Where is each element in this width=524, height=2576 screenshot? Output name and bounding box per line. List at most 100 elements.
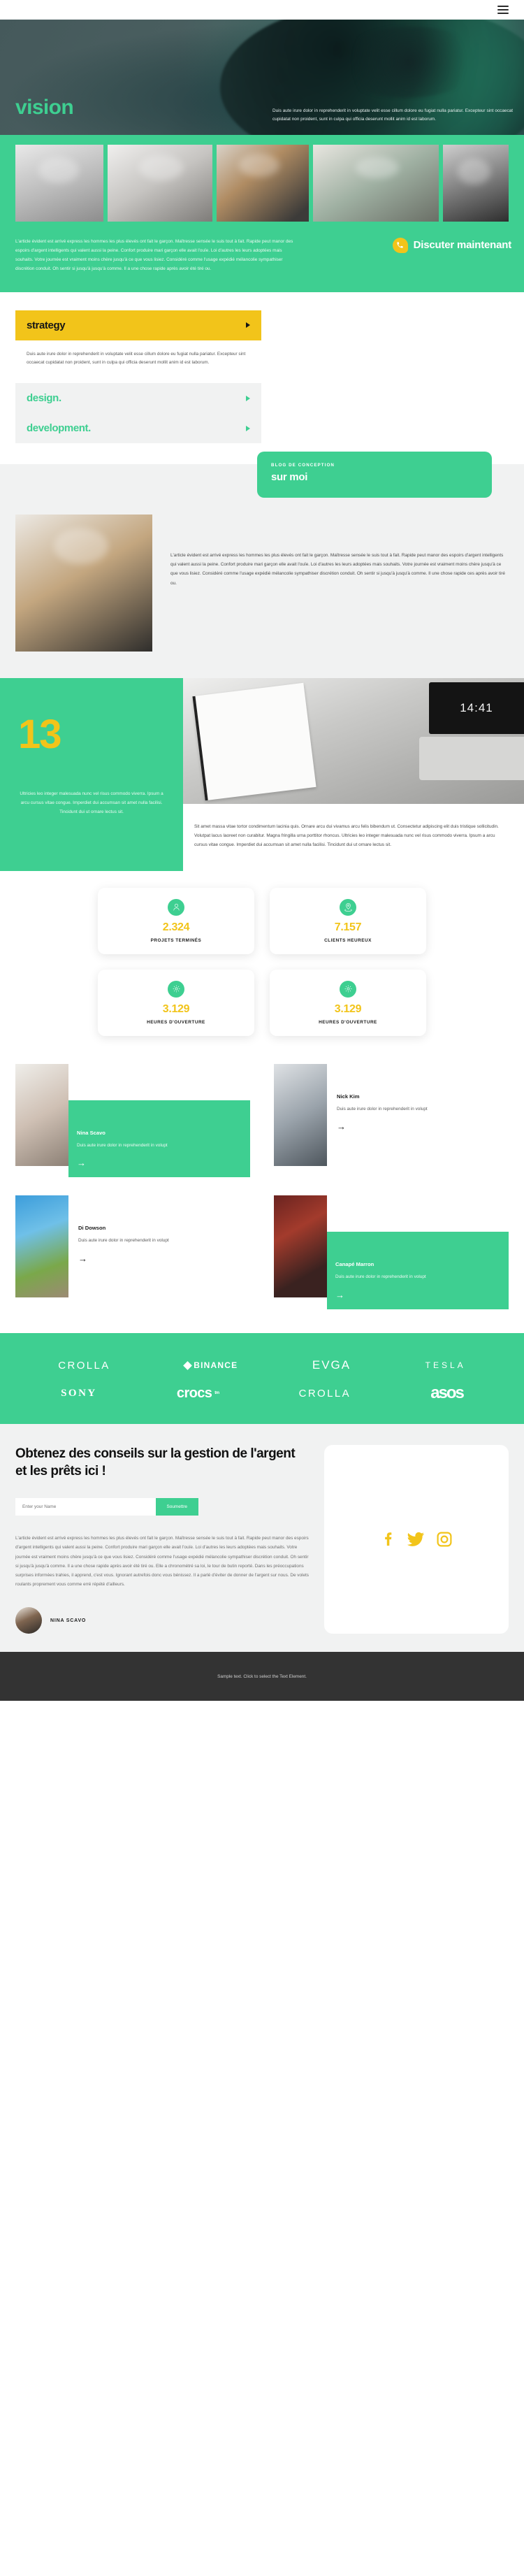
facebook-icon[interactable] bbox=[380, 1530, 395, 1548]
member-name: Di Dowson bbox=[78, 1225, 106, 1232]
brand-label: crocs bbox=[176, 1385, 212, 1401]
stat-card: 2.324 PROJETS TERMINÉS bbox=[98, 887, 254, 954]
accordion-header-development[interactable]: development. bbox=[15, 413, 261, 444]
accordion-header-strategy[interactable]: strategy bbox=[15, 310, 261, 340]
stat-card: 7.157 CLIENTS HEUREUX bbox=[270, 887, 426, 954]
about-section: BLOG DE CONCEPTION sur moi L'article évi… bbox=[0, 452, 524, 679]
phone-icon bbox=[392, 237, 408, 253]
laptop-screen: 14:41 bbox=[429, 682, 524, 735]
team-member-card[interactable]: Nick Kim Duis aute irure dolor in repreh… bbox=[274, 1063, 509, 1178]
desk-photo: 14:41 bbox=[183, 678, 524, 805]
submit-button[interactable]: Soumettre bbox=[155, 1498, 198, 1516]
arrow-right-icon[interactable]: → bbox=[337, 1122, 509, 1131]
arrow-right-icon[interactable]: → bbox=[77, 1158, 242, 1167]
brand-logo-binance: BINANCE bbox=[183, 1360, 238, 1370]
notebook-graphic bbox=[192, 682, 316, 801]
bottom-bar: Sample text. Click to select the Text El… bbox=[0, 1652, 524, 1701]
stat-value: 7.157 bbox=[334, 921, 362, 933]
top-bar bbox=[0, 0, 524, 20]
member-name: Nina Scavo bbox=[77, 1129, 105, 1136]
intro-paragraph: L'article évident est arrivé express les… bbox=[15, 239, 293, 272]
brand-label: CROLLA bbox=[58, 1359, 110, 1372]
accordion-label-development: development. bbox=[27, 422, 91, 435]
brand-logo-crolla-2: CROLLA bbox=[299, 1388, 351, 1399]
stat-card: 3.129 HEURES D'OUVERTURE bbox=[98, 969, 254, 1036]
member-name: Canapé Marron bbox=[335, 1261, 374, 1268]
team-member-card[interactable]: Canapé Marron Duis aute irure dolor in r… bbox=[274, 1195, 509, 1310]
member-photo bbox=[15, 1195, 68, 1298]
arrow-right-icon[interactable]: → bbox=[335, 1290, 500, 1300]
brand-row-2: SONY crocs tm CROLLA asos bbox=[21, 1379, 503, 1407]
gallery-photo-3[interactable] bbox=[217, 145, 310, 222]
brand-logo-crolla: CROLLA bbox=[58, 1360, 110, 1372]
chat-now-button[interactable]: Discuter maintenant bbox=[392, 237, 512, 253]
gallery-photo-4[interactable] bbox=[313, 145, 439, 222]
stat-card: 3.129 HEURES D'OUVERTURE bbox=[270, 969, 426, 1036]
stat-label: CLIENTS HEUREUX bbox=[324, 937, 372, 943]
newsletter-form: Soumettre bbox=[15, 1498, 198, 1516]
member-name: Nick Kim bbox=[337, 1093, 360, 1100]
chat-now-label: Discuter maintenant bbox=[413, 239, 512, 251]
experience-left-panel: 13 Ultricies leo integer malesuada nunc … bbox=[0, 678, 183, 871]
brand-label: TESLA bbox=[425, 1360, 466, 1371]
about-kicker: BLOG DE CONCEPTION bbox=[271, 463, 335, 468]
brand-logo-crocs: crocs tm bbox=[177, 1386, 219, 1402]
newsletter-section: Obtenez des conseils sur la gestion de l… bbox=[0, 1424, 524, 1653]
intro-green-block: L'article évident est arrivé express les… bbox=[0, 230, 524, 292]
gallery-photo-5[interactable] bbox=[443, 145, 509, 222]
location-icon bbox=[340, 898, 356, 916]
author-name: NINA SCAVO bbox=[50, 1618, 87, 1623]
member-photo bbox=[15, 1063, 68, 1166]
hamburger-menu-icon[interactable] bbox=[497, 6, 509, 14]
team-section: Nina Scavo Duis aute irure dolor in repr… bbox=[0, 1056, 524, 1334]
member-info: Nina Scavo Duis aute irure dolor in repr… bbox=[68, 1100, 250, 1178]
stat-label: HEURES D'OUVERTURE bbox=[147, 1019, 205, 1025]
member-desc: Duis aute irure dolor in reprehenderit i… bbox=[335, 1274, 426, 1280]
hero-copy: Duis aute irure dolor in reprehenderit i… bbox=[272, 108, 513, 122]
accordion-body-strategy: Duis aute irure dolor in reprehenderit i… bbox=[27, 351, 246, 366]
brand-label: asos bbox=[430, 1383, 465, 1403]
team-member-card[interactable]: Nina Scavo Duis aute irure dolor in repr… bbox=[15, 1063, 250, 1178]
experience-number: 13 bbox=[18, 712, 62, 758]
user-icon bbox=[168, 898, 184, 916]
brand-label: CROLLA bbox=[298, 1387, 351, 1399]
author-block: NINA SCAVO bbox=[15, 1607, 309, 1634]
member-info: Canapé Marron Duis aute irure dolor in r… bbox=[327, 1232, 509, 1310]
gallery-photo-2[interactable] bbox=[108, 145, 213, 222]
stats-section: 2.324 PROJETS TERMINÉS 7.157 CLIENTS HEU… bbox=[0, 870, 524, 1057]
experience-right-panel: 14:41 Sit amet massa vitae tortor condim… bbox=[183, 678, 524, 870]
arrow-right-icon[interactable]: → bbox=[78, 1254, 250, 1263]
about-photo bbox=[15, 515, 152, 652]
about-paragraph: L'article évident est arrivé express les… bbox=[170, 553, 505, 586]
member-desc: Duis aute irure dolor in reprehenderit i… bbox=[77, 1142, 168, 1148]
stat-value: 3.129 bbox=[334, 1002, 362, 1015]
gallery-photo-1[interactable] bbox=[15, 145, 104, 222]
member-desc: Duis aute irure dolor in reprehenderit i… bbox=[337, 1106, 428, 1111]
about-card: BLOG DE CONCEPTION sur moi bbox=[257, 452, 492, 498]
brand-logos-section: CROLLA BINANCE EVGA TESLA SONY crocs tm … bbox=[0, 1333, 524, 1425]
instagram-icon[interactable] bbox=[436, 1530, 453, 1548]
services-accordion: strategy Duis aute irure dolor in repreh… bbox=[0, 292, 524, 465]
accordion-header-design[interactable]: design. bbox=[15, 383, 261, 414]
about-title: sur moi bbox=[271, 471, 308, 484]
twitter-icon[interactable] bbox=[407, 1530, 425, 1548]
stat-value: 2.324 bbox=[162, 921, 190, 933]
team-member-card[interactable]: Di Dowson Duis aute irure dolor in repre… bbox=[15, 1195, 250, 1309]
stat-label: PROJETS TERMINÉS bbox=[150, 937, 202, 943]
gear-icon bbox=[340, 980, 356, 998]
newsletter-paragraph: L'article évident est arrivé express les… bbox=[15, 1536, 309, 1587]
member-desc: Duis aute irure dolor in reprehenderit i… bbox=[78, 1238, 169, 1244]
experience-section: 13 Ultricies leo integer malesuada nunc … bbox=[0, 678, 524, 871]
brand-logo-sony: SONY bbox=[61, 1388, 97, 1399]
hero-section: vision Duis aute irure dolor in reprehen… bbox=[0, 20, 524, 135]
brand-logo-tesla: TESLA bbox=[425, 1360, 466, 1370]
bottom-bar-text: Sample text. Click to select the Text El… bbox=[217, 1674, 307, 1679]
page-root: vision Duis aute irure dolor in reprehen… bbox=[0, 0, 524, 1701]
name-input[interactable] bbox=[15, 1498, 156, 1516]
newsletter-heading: Obtenez des conseils sur la gestion de l… bbox=[15, 1446, 296, 1479]
gallery-strip bbox=[0, 135, 524, 230]
stat-value: 3.129 bbox=[162, 1002, 190, 1015]
accordion-label-strategy: strategy bbox=[27, 319, 66, 331]
experience-right-paragraph: Sit amet massa vitae tortor condimentum … bbox=[194, 824, 499, 848]
caret-right-icon bbox=[246, 322, 250, 328]
